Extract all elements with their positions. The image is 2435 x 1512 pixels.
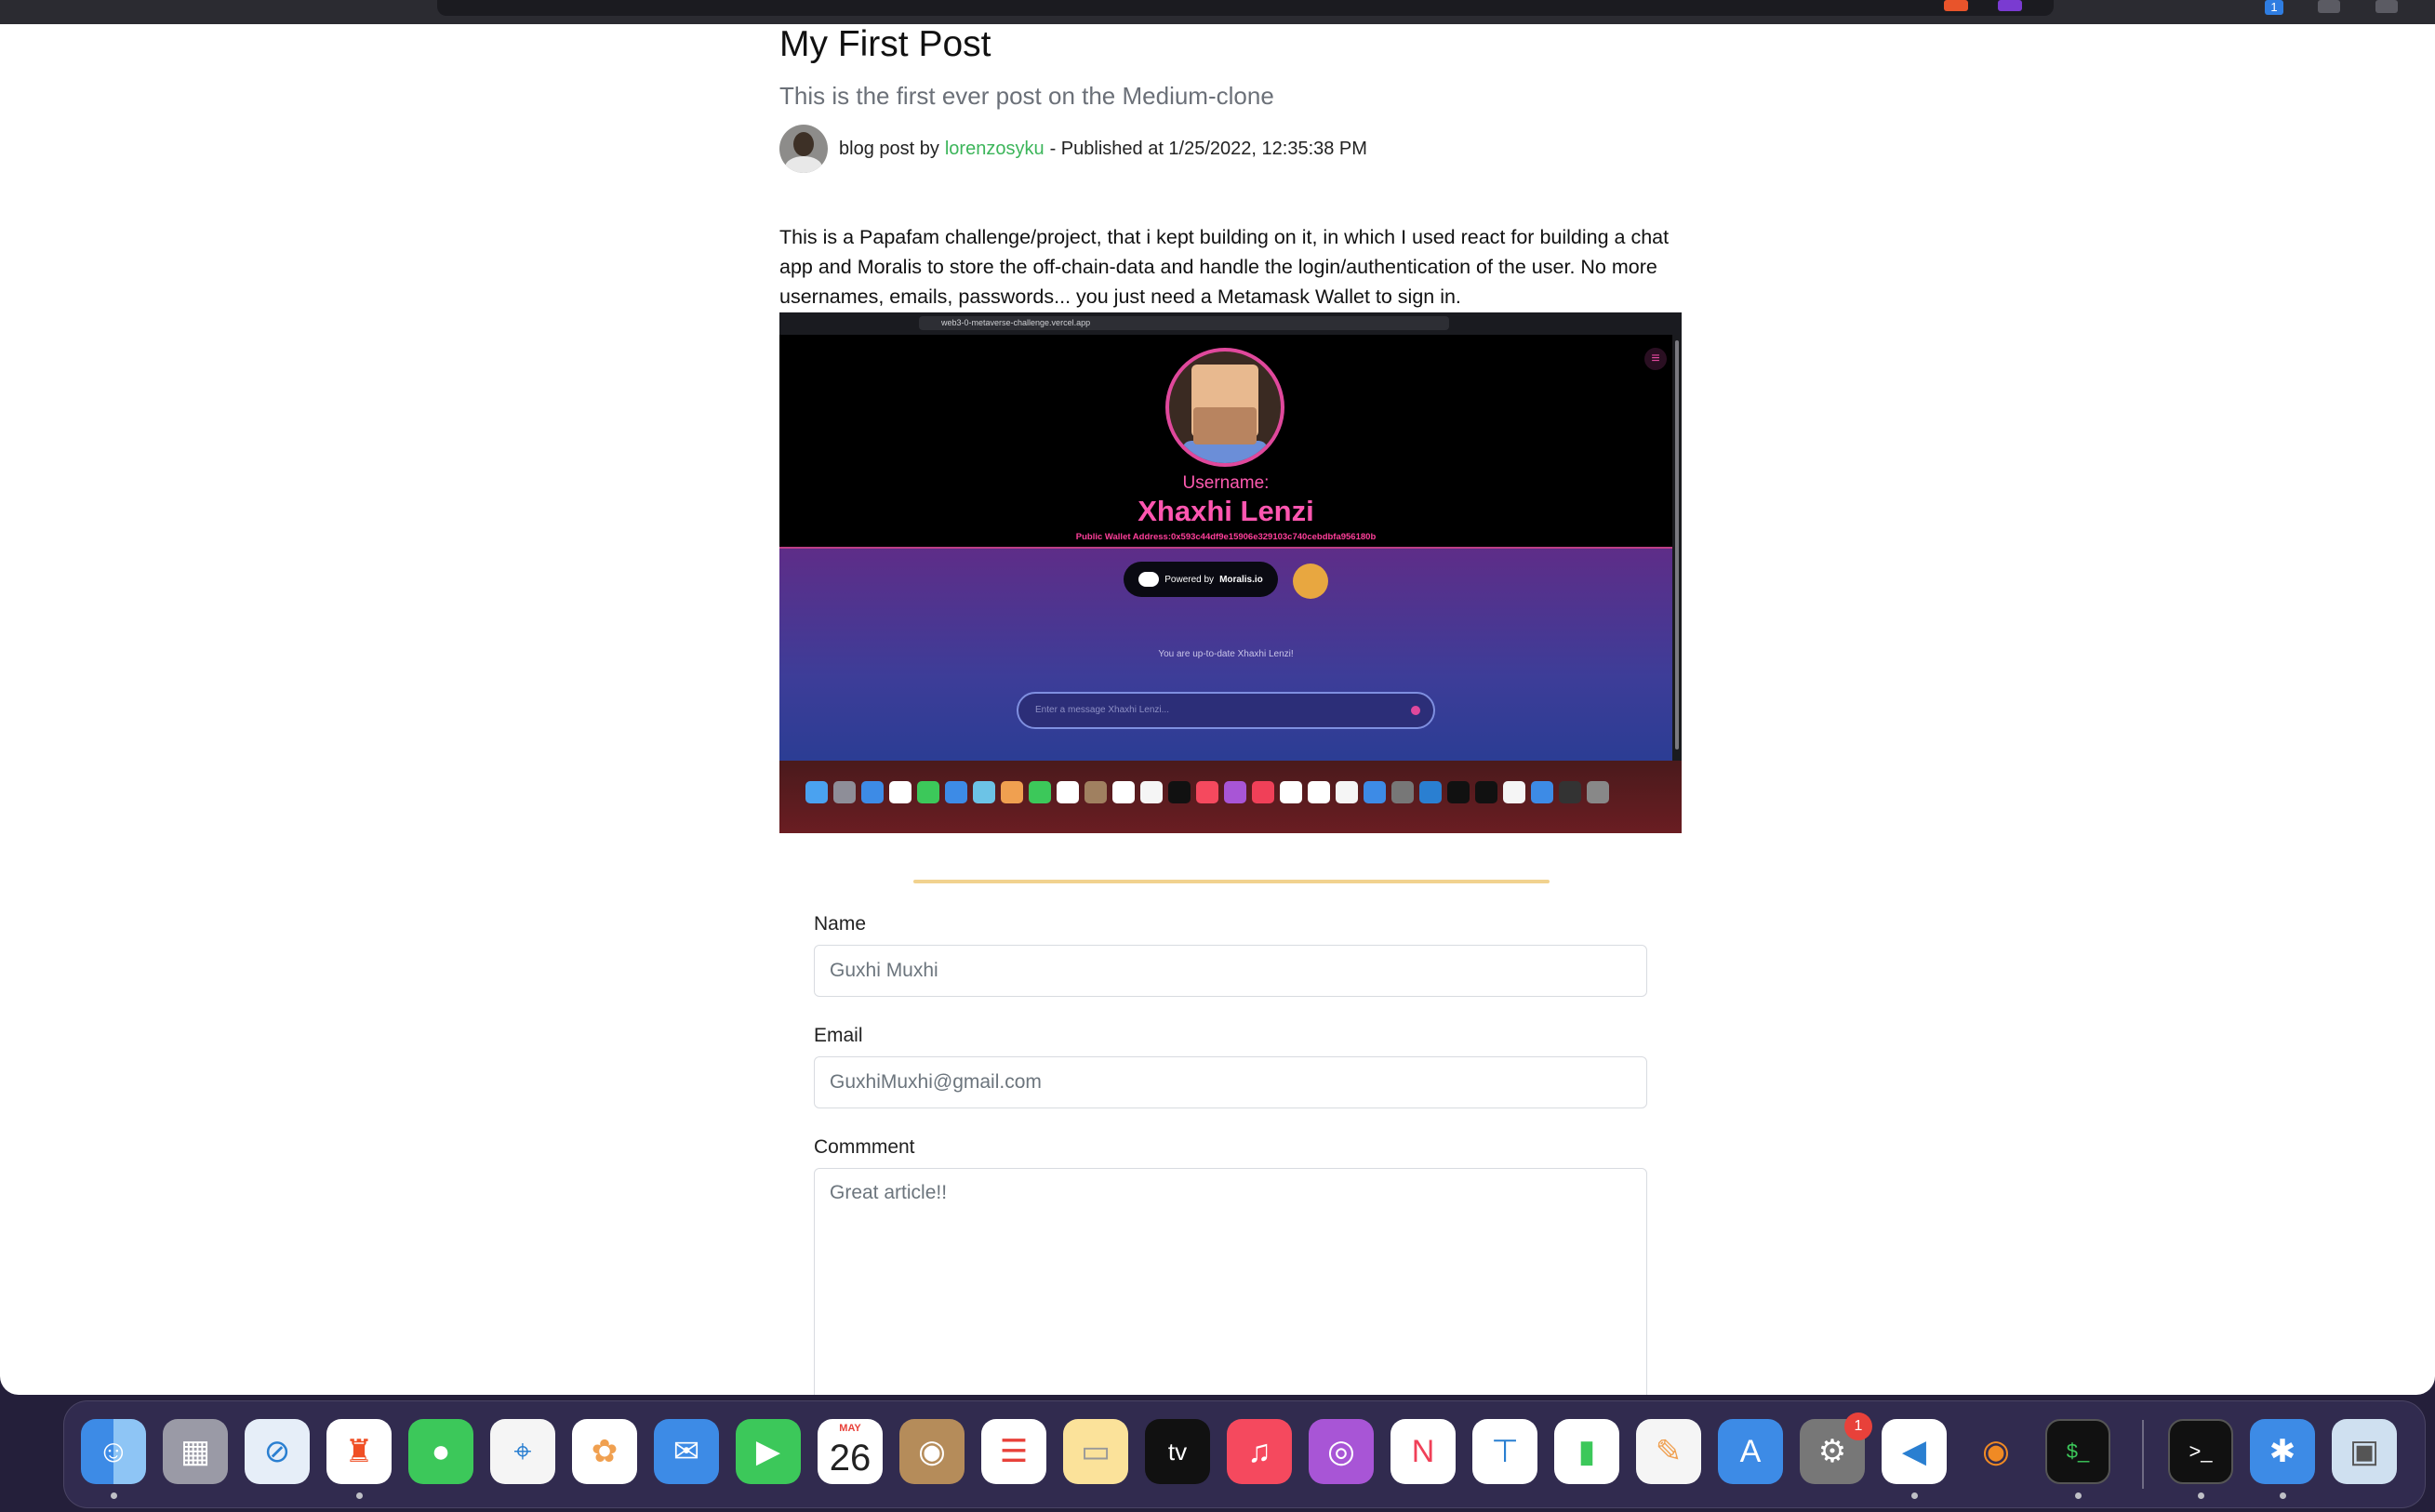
image-menu-icon: ≡	[1644, 348, 1667, 370]
calendar-month: MAY	[839, 1423, 861, 1434]
running-indicator	[2280, 1492, 2286, 1499]
toolbar-right-icons	[2318, 0, 2398, 13]
image-user-avatar-icon	[1293, 564, 1328, 599]
safari-icon[interactable]: ⊘	[245, 1419, 310, 1484]
post-meta: blog post by lorenzosyku - Published at …	[779, 124, 1367, 174]
running-indicator	[1911, 1492, 1918, 1499]
image-powered-badge: Powered by Moralis.io	[1124, 562, 1278, 597]
extensions-icon[interactable]	[2318, 0, 2340, 13]
author-link[interactable]: lorenzosyku	[945, 139, 1045, 160]
post-body: This is a Papafam challenge/project, tha…	[779, 226, 1670, 308]
browser-toolbar: 1	[0, 0, 2435, 24]
image-dock	[779, 761, 1682, 833]
image-username: Xhaxhi Lenzi	[1138, 495, 1314, 527]
apple-tv-icon[interactable]: tv	[1145, 1419, 1210, 1484]
keynote-icon[interactable]: ⊤	[1472, 1419, 1537, 1484]
image-url: web3-0-metaverse-challenge.vercel.app	[919, 316, 1449, 330]
facetime-icon[interactable]: ▶	[736, 1419, 801, 1484]
calendar-day: 26	[829, 1437, 872, 1479]
dock-separator	[2142, 1420, 2144, 1489]
running-indicator	[2198, 1492, 2204, 1499]
system-preferences-icon[interactable]: ⚙ 1	[1800, 1413, 1872, 1484]
address-bar[interactable]	[437, 0, 2054, 16]
image-send-icon	[1411, 706, 1420, 715]
powered-brand: Moralis.io	[1219, 574, 1263, 585]
maps-icon[interactable]: ⌖	[490, 1419, 555, 1484]
email-input[interactable]: GuxhiMuxhi@gmail.com	[814, 1056, 1647, 1108]
image-message-input: Enter a message Xhaxhi Lenzi...	[1017, 692, 1435, 729]
meta-prefix: blog post by	[839, 138, 939, 159]
name-placeholder: Guxhi Muxhi	[830, 960, 938, 981]
settings-badge: 1	[1844, 1413, 1872, 1440]
bluetooth-icon[interactable]: ✱	[2250, 1419, 2315, 1484]
menu-icon[interactable]	[2375, 0, 2398, 13]
terminal-icon[interactable]: >_	[2168, 1419, 2233, 1484]
terminal-icon[interactable]: $_	[2045, 1419, 2110, 1484]
macos-dock: ☺ ▦ ⊘ ♜ ● ⌖ ✿ ✉ ▶ MAY 26 ◉ ☰ ▭ tv ♫ ◎ N …	[63, 1400, 2426, 1508]
comment-label: Commment	[814, 1136, 915, 1158]
blender-icon[interactable]: ◉	[1963, 1419, 2029, 1484]
post-title: My First Post	[779, 24, 991, 64]
comment-textarea[interactable]: Great article!!	[814, 1168, 1647, 1395]
email-placeholder: GuxhiMuxhi@gmail.com	[830, 1071, 1042, 1093]
image-chat-area: Powered by Moralis.io You are up-to-date…	[779, 547, 1672, 763]
running-indicator	[356, 1492, 363, 1499]
image-message-placeholder: Enter a message Xhaxhi Lenzi...	[1035, 705, 1169, 715]
image-wallet-address: Public Wallet Address:0x593c44df9e15906e…	[1075, 532, 1377, 542]
author-avatar	[779, 125, 828, 173]
preview-icon[interactable]: ▣	[2332, 1419, 2397, 1484]
comment-placeholder: Great article!!	[830, 1182, 948, 1203]
powered-prefix: Powered by	[1164, 574, 1215, 585]
image-scrollbar	[1672, 335, 1682, 761]
section-divider	[913, 880, 1550, 883]
vscode-icon[interactable]: ◀	[1882, 1419, 1947, 1484]
pages-icon[interactable]: ✎	[1636, 1419, 1701, 1484]
image-browser-chrome: web3-0-metaverse-challenge.vercel.app	[779, 312, 1682, 335]
extension-icon[interactable]	[1998, 0, 2022, 11]
messages-icon[interactable]: ●	[408, 1419, 473, 1484]
running-indicator	[111, 1492, 117, 1499]
image-profile-header: ≡ Username: Xhaxhi Lenzi Public Wallet A…	[779, 335, 1672, 547]
post-subtitle: This is the first ever post on the Mediu…	[779, 82, 1274, 110]
brave-shield-icon[interactable]	[1944, 0, 1968, 11]
finder-icon[interactable]: ☺	[81, 1419, 146, 1484]
meta-published: - Published at 1/25/2022, 12:35:38 PM	[1049, 138, 1367, 159]
notification-badge: 1	[2265, 0, 2283, 15]
image-username-label: Username:	[1182, 473, 1270, 493]
post-image: web3-0-metaverse-challenge.vercel.app ≡ …	[779, 312, 1682, 833]
reminders-icon[interactable]: ☰	[981, 1419, 1046, 1484]
launchpad-icon[interactable]: ▦	[163, 1419, 228, 1484]
calendar-icon[interactable]: MAY 26	[818, 1419, 883, 1484]
contacts-icon[interactable]: ◉	[899, 1419, 965, 1484]
web-page: My First Post This is the first ever pos…	[0, 24, 2435, 1395]
image-uptodate-text: You are up-to-date Xhaxhi Lenzi!	[1158, 649, 1294, 659]
moralis-logo-icon	[1138, 572, 1160, 587]
news-icon[interactable]: N	[1390, 1419, 1456, 1484]
numbers-icon[interactable]: ▮	[1554, 1419, 1619, 1484]
running-indicator	[2075, 1492, 2082, 1499]
brave-icon[interactable]: ♜	[326, 1419, 392, 1484]
mail-icon[interactable]: ✉	[654, 1419, 719, 1484]
email-label: Email	[814, 1025, 863, 1046]
image-avatar	[1165, 348, 1284, 467]
image-dock-icons	[805, 781, 1609, 803]
podcasts-icon[interactable]: ◎	[1309, 1419, 1374, 1484]
notes-icon[interactable]: ▭	[1063, 1419, 1128, 1484]
music-icon[interactable]: ♫	[1227, 1419, 1292, 1484]
name-input[interactable]: Guxhi Muxhi	[814, 945, 1647, 997]
photos-icon[interactable]: ✿	[572, 1419, 637, 1484]
app-store-icon[interactable]: A	[1718, 1419, 1783, 1484]
name-label: Name	[814, 913, 867, 935]
